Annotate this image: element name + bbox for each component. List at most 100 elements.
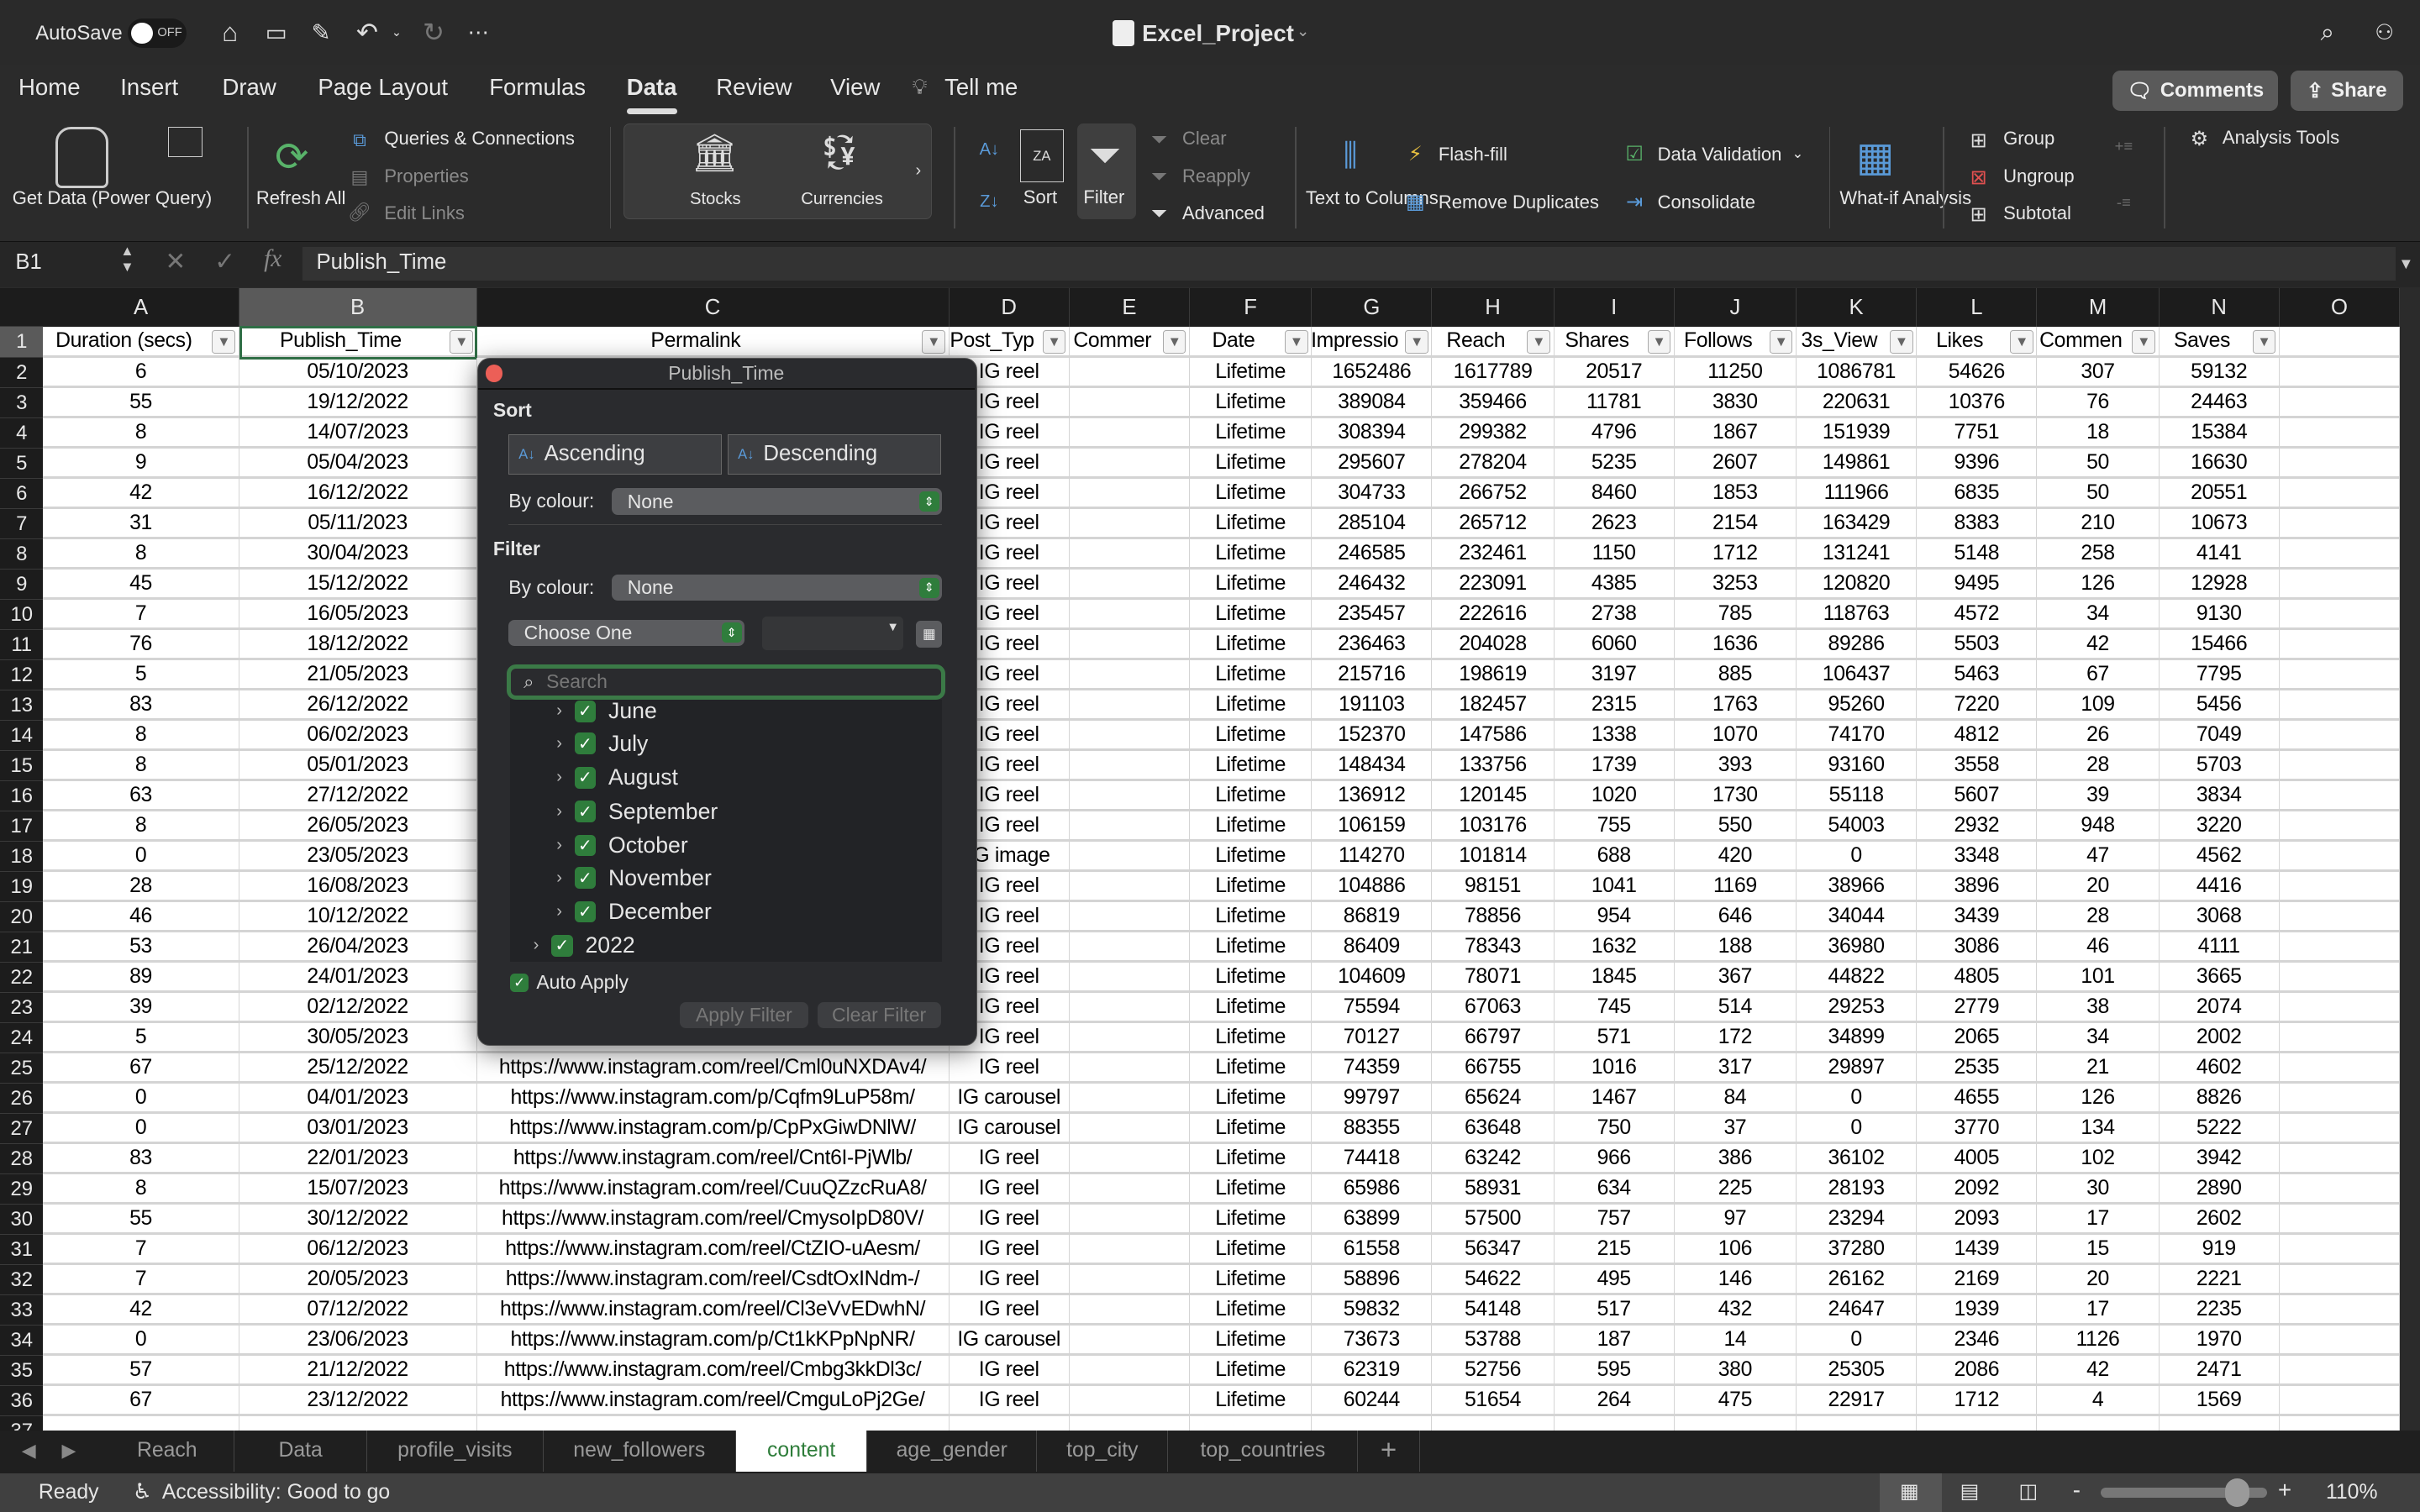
consolidate-button[interactable]: Consolidate (1658, 192, 1755, 213)
page-layout-view-icon[interactable]: ▤ (1960, 1479, 1980, 1504)
function-icon[interactable]: fx (264, 245, 281, 273)
cell[interactable]: 3348 (1917, 842, 2038, 873)
row-header[interactable]: 3 (0, 388, 44, 419)
cell[interactable]: 1169 (1674, 872, 1797, 903)
cell[interactable] (1312, 1416, 1433, 1431)
cell[interactable]: Lifetime (1190, 1326, 1313, 1357)
cell[interactable]: 948 (2037, 811, 2160, 843)
cell[interactable]: 27/12/2022 (239, 781, 477, 812)
share-people-icon[interactable]: ⚇ (2369, 17, 2400, 48)
cell[interactable]: IG reel (949, 1386, 1070, 1417)
sheet-tab-reach[interactable]: Reach (100, 1430, 235, 1473)
column-header-f[interactable]: F (1190, 288, 1313, 328)
cell[interactable]: 83 (43, 1144, 239, 1175)
cell[interactable]: 9 (43, 449, 239, 480)
cell[interactable]: 308394 (1312, 418, 1433, 449)
what-if-analysis-button[interactable]: What-if Analysis (1839, 188, 1971, 208)
cell[interactable]: 66797 (1432, 1023, 1555, 1054)
checkbox[interactable]: ✓ (574, 900, 597, 923)
filter-dropdown-icon[interactable]: ▼ (1769, 330, 1793, 354)
cell[interactable]: 37 (1674, 1114, 1797, 1145)
get-data-button[interactable]: Get Data (Power Query) (13, 188, 213, 208)
cell[interactable]: 757 (1554, 1205, 1675, 1236)
cell[interactable] (2279, 509, 2401, 540)
cell[interactable]: Lifetime (1190, 600, 1313, 631)
cell[interactable]: 8 (43, 811, 239, 843)
cell[interactable]: 1853 (1674, 479, 1797, 510)
cell[interactable] (2279, 630, 2401, 661)
cell[interactable] (1069, 1053, 1191, 1084)
cell[interactable] (2279, 539, 2401, 570)
cell[interactable] (1069, 1386, 1191, 1417)
cell[interactable] (2279, 872, 2401, 903)
cell[interactable]: 10376 (1917, 388, 2038, 419)
cell[interactable]: 7 (43, 600, 239, 631)
cell[interactable]: 182457 (1432, 690, 1555, 722)
sheet-tab-data[interactable]: Data (234, 1430, 368, 1473)
cell[interactable]: 1150 (1554, 539, 1675, 570)
cell[interactable]: 16/05/2023 (239, 600, 477, 631)
cell[interactable]: 8 (43, 1174, 239, 1205)
row-header[interactable]: 31 (0, 1235, 44, 1266)
formula-expand-icon[interactable]: ▼ (2398, 255, 2413, 273)
cell[interactable]: 8 (43, 539, 239, 570)
cell[interactable]: 63242 (1432, 1144, 1555, 1175)
cell[interactable]: 1939 (1917, 1295, 2038, 1326)
cell[interactable]: 7 (43, 1235, 239, 1266)
cell[interactable]: 595 (1554, 1356, 1675, 1387)
cell[interactable]: 106437 (1796, 660, 1918, 691)
cell[interactable]: 4812 (1917, 721, 2038, 752)
cell[interactable]: 0 (1796, 1114, 1918, 1145)
filter-dropdown-icon[interactable]: ▼ (1042, 330, 1066, 354)
cell[interactable]: 6060 (1554, 630, 1675, 661)
cell[interactable]: 63899 (1312, 1205, 1433, 1236)
cell[interactable]: 5463 (1917, 660, 2038, 691)
cell[interactable]: 278204 (1432, 449, 1555, 480)
cell[interactable] (1069, 1235, 1191, 1266)
cell[interactable]: 78071 (1432, 963, 1555, 994)
cell[interactable]: 97 (1674, 1205, 1797, 1236)
cell[interactable]: 28 (2037, 751, 2160, 782)
expand-icon[interactable]: › (556, 836, 562, 855)
cell[interactable]: 57 (43, 1356, 239, 1387)
cell[interactable]: 24463 (2159, 388, 2280, 419)
cell[interactable]: 78856 (1432, 902, 1555, 933)
cell[interactable]: 1569 (2159, 1386, 2280, 1417)
row-header[interactable]: 29 (0, 1174, 44, 1205)
cell[interactable]: 367 (1674, 963, 1797, 994)
cell[interactable] (1069, 630, 1191, 661)
cell[interactable] (1069, 1174, 1191, 1205)
cell[interactable]: 54148 (1432, 1295, 1555, 1326)
cell[interactable]: 3830 (1674, 388, 1797, 419)
cell[interactable]: 28193 (1796, 1174, 1918, 1205)
permalink-cell[interactable]: https://www.instagram.com/reel/Cl3eVvEDw… (476, 1295, 950, 1326)
row-header[interactable]: 37 (0, 1416, 44, 1431)
cell[interactable]: Lifetime (1190, 993, 1313, 1024)
cell[interactable]: 7751 (1917, 418, 2038, 449)
tab-review[interactable]: Review (716, 74, 792, 101)
cell[interactable]: 380 (1674, 1356, 1797, 1387)
sheet-tab-age-gender[interactable]: age_gender (867, 1430, 1038, 1473)
advanced-button[interactable]: Advanced (1182, 202, 1265, 224)
cell[interactable] (2279, 993, 2401, 1024)
sheet-tab-top-countries[interactable]: top_countries (1168, 1430, 1359, 1473)
cell[interactable] (1069, 690, 1191, 722)
filter-dropdown-icon[interactable]: ▼ (1527, 330, 1550, 354)
cell[interactable]: 39 (43, 993, 239, 1024)
cell[interactable]: 2602 (2159, 1205, 2280, 1236)
cell[interactable]: Lifetime (1190, 872, 1313, 903)
name-box[interactable]: B1 (15, 250, 41, 275)
row-header[interactable]: 6 (0, 479, 44, 510)
cell[interactable]: 2002 (2159, 1023, 2280, 1054)
row-header[interactable]: 10 (0, 600, 44, 631)
cell[interactable]: 88355 (1312, 1114, 1433, 1145)
cell[interactable] (1675, 1416, 1797, 1431)
tab-view[interactable]: View (830, 74, 880, 101)
cell[interactable] (2279, 721, 2401, 752)
cell[interactable]: 299382 (1432, 418, 1555, 449)
cell[interactable]: 517 (1554, 1295, 1675, 1326)
cell[interactable]: 20 (2037, 1265, 2160, 1296)
cell[interactable]: 12928 (2159, 570, 2280, 601)
cell[interactable]: 17 (2037, 1295, 2160, 1326)
cell[interactable]: 2235 (2159, 1295, 2280, 1326)
